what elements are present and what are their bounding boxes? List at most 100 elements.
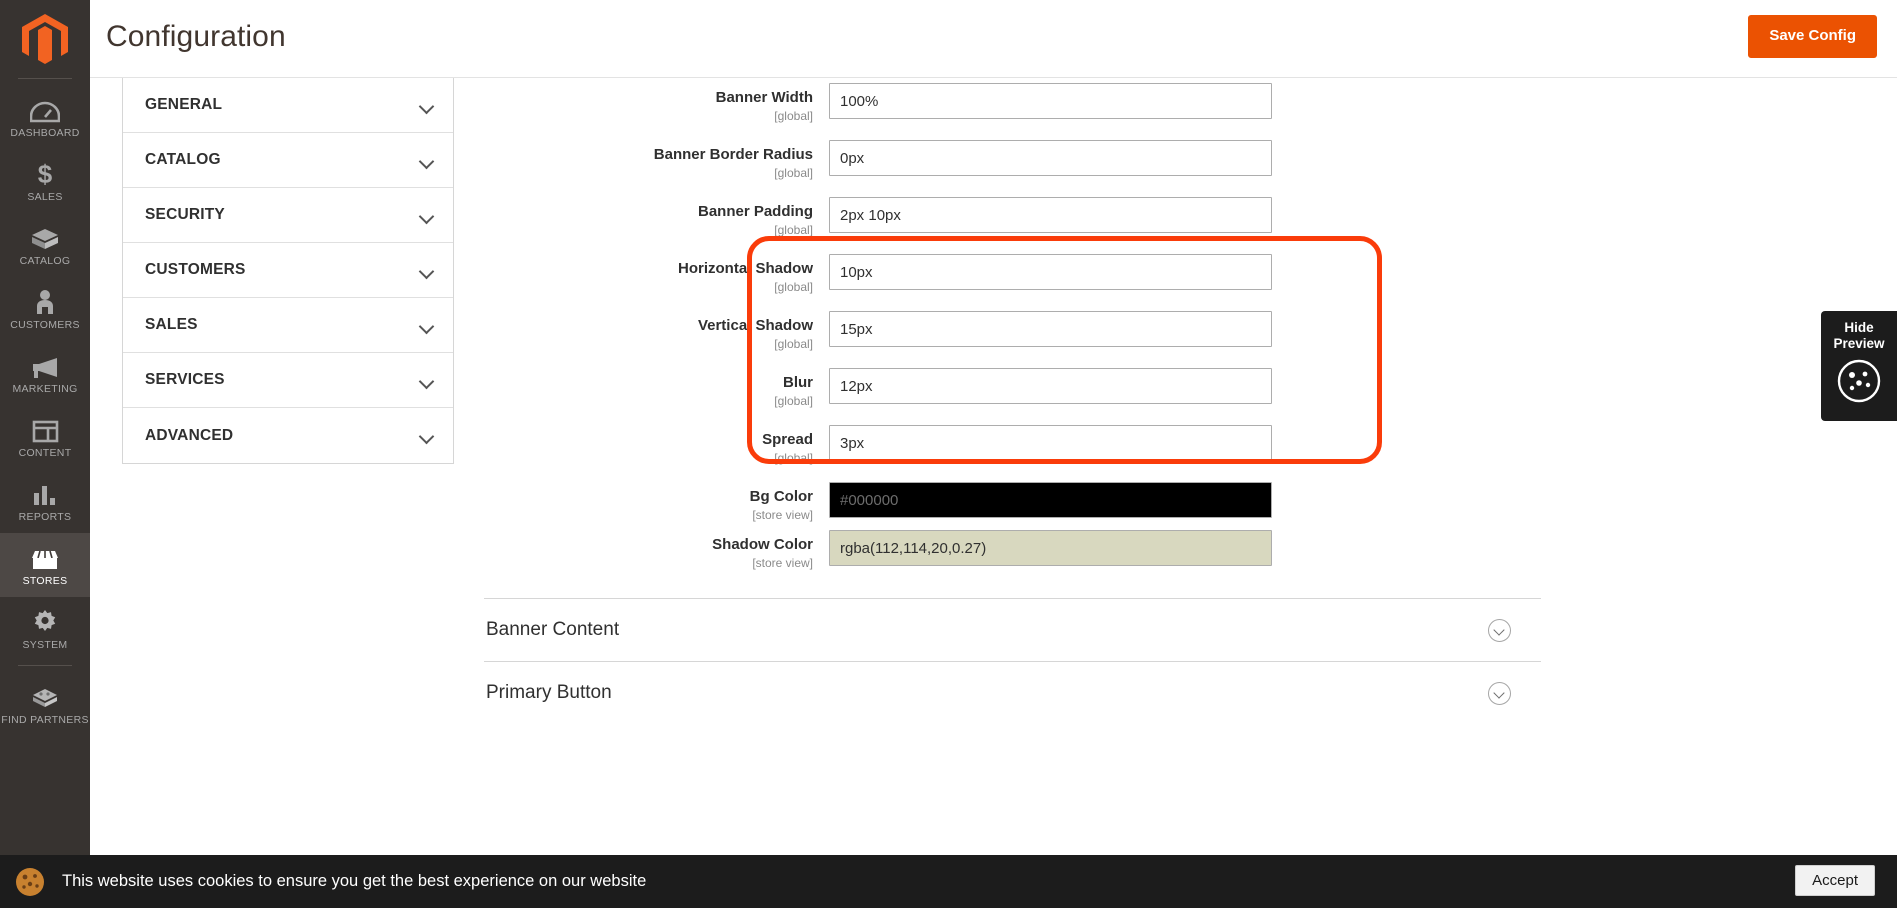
field-scope: [global] (774, 165, 813, 180)
magento-logo-icon[interactable] (0, 0, 90, 78)
sidebar-item-system[interactable]: SYSTEM (0, 597, 90, 661)
field-row-spread: Spread [global] (484, 425, 1272, 482)
horizontal-shadow-input[interactable] (829, 254, 1272, 290)
sidebar-item-label: CATALOG (19, 255, 71, 268)
field-label-col: Banner Padding [global] (484, 197, 829, 237)
sidebar-item-label: MARKETING (12, 383, 78, 396)
field-label-col: Bg Color [store view] (484, 482, 829, 522)
banner-padding-input[interactable] (829, 197, 1272, 233)
bg-color-input[interactable] (829, 482, 1272, 518)
cookie-icon (14, 866, 46, 898)
box-icon (30, 224, 60, 251)
field-row-vertical-shadow: Vertical Shadow [global] (484, 311, 1272, 368)
field-label-col: Banner Width [global] (484, 83, 829, 123)
hide-preview-toggle[interactable]: Hide Preview (1821, 311, 1897, 421)
field-label-col: Spread [global] (484, 425, 829, 465)
field-row-banner-padding: Banner Padding [global] (484, 197, 1272, 254)
hide-preview-line2: Preview (1833, 335, 1885, 351)
field-label: Blur (783, 374, 813, 391)
svg-text:$: $ (38, 160, 53, 187)
admin-configuration-page: DASHBOARD $ SALES CATALOG CUSTOMERS MARK… (0, 0, 1897, 908)
confnav-item-catalog[interactable]: CATALOG (123, 133, 453, 188)
sidebar-item-label: DASHBOARD (10, 127, 80, 140)
sidebar-item-content[interactable]: CONTENT (0, 405, 90, 469)
sidebar-item-label: REPORTS (18, 511, 72, 524)
sidebar-item-find-partners[interactable]: FIND PARTNERS (0, 672, 90, 736)
extension-block-icon (30, 683, 60, 710)
chevron-down-icon (420, 211, 435, 220)
field-label: Banner Border Radius (653, 146, 813, 163)
chevron-down-icon (420, 156, 435, 165)
field-label: Spread (762, 431, 813, 448)
sidebar-item-label: SALES (27, 191, 63, 204)
field-scope: [store view] (752, 555, 813, 570)
chevron-down-circle-icon (1488, 681, 1511, 705)
storefront-icon (30, 544, 60, 571)
sidebar-item-label: CUSTOMERS (10, 319, 80, 332)
chevron-down-icon (420, 376, 435, 385)
shadow-color-input[interactable] (829, 530, 1272, 566)
sidebar-item-sales[interactable]: $ SALES (0, 149, 90, 213)
banner-width-input[interactable] (829, 83, 1272, 119)
hide-preview-line1: Hide (1844, 320, 1874, 335)
sidebar-item-label: SYSTEM (22, 639, 68, 652)
confnav-item-sales[interactable]: SALES (123, 298, 453, 353)
field-label-col: Horizontal Shadow [global] (484, 254, 829, 294)
sidebar-item-stores[interactable]: STORES (0, 533, 90, 597)
gear-icon (32, 608, 58, 635)
chevron-down-icon (420, 101, 435, 110)
field-label: Vertical Shadow (697, 317, 813, 334)
field-label-col: Blur [global] (484, 368, 829, 408)
field-scope: [global] (774, 222, 813, 237)
sidebar-item-label: CONTENT (18, 447, 72, 460)
field-label-col: Vertical Shadow [global] (484, 311, 829, 351)
save-config-button[interactable]: Save Config (1748, 15, 1877, 58)
section-header-primary-button[interactable]: Primary Button (484, 662, 1541, 724)
dashboard-gauge-icon (30, 96, 60, 123)
cookie-message: This website uses cookies to ensure you … (62, 872, 647, 890)
spread-input[interactable] (829, 425, 1272, 461)
confnav-item-advanced[interactable]: ADVANCED (123, 408, 453, 463)
sidebar-item-reports[interactable]: REPORTS (0, 469, 90, 533)
bar-chart-icon (32, 480, 59, 507)
sidebar-item-label: STORES (22, 575, 68, 588)
confnav-label: SALES (145, 316, 198, 333)
chevron-down-icon (420, 266, 435, 275)
confnav-label: SECURITY (145, 206, 225, 223)
confnav-item-services[interactable]: SERVICES (123, 353, 453, 408)
accept-cookies-button[interactable]: Accept (1795, 865, 1875, 896)
person-icon (34, 288, 56, 315)
dollar-sign-icon: $ (35, 160, 55, 187)
section-header-banner-content[interactable]: Banner Content (484, 599, 1541, 661)
field-scope: [global] (774, 393, 813, 408)
field-row-banner-border-radius: Banner Border Radius [global] (484, 140, 1272, 197)
page-content: GENERAL CATALOG SECURITY CUSTOMERS SALES… (90, 78, 1897, 908)
field-label: Banner Width (715, 89, 813, 106)
confnav-label: CATALOG (145, 151, 221, 168)
blur-input[interactable] (829, 368, 1272, 404)
field-scope: [global] (774, 450, 813, 465)
sidebar-item-marketing[interactable]: MARKETING (0, 341, 90, 405)
field-row-shadow-color: Shadow Color [store view] (484, 530, 1272, 587)
chevron-down-circle-icon (1488, 618, 1511, 642)
sidebar-item-customers[interactable]: CUSTOMERS (0, 277, 90, 341)
banner-border-radius-input[interactable] (829, 140, 1272, 176)
field-label-col: Banner Border Radius [global] (484, 140, 829, 180)
confnav-label: GENERAL (145, 96, 223, 113)
sidebar-item-dashboard[interactable]: DASHBOARD (0, 85, 90, 149)
megaphone-icon (30, 352, 60, 379)
sidebar-item-catalog[interactable]: CATALOG (0, 213, 90, 277)
field-label: Bg Color (749, 488, 813, 505)
confnav-item-general[interactable]: GENERAL (123, 78, 453, 133)
field-label: Shadow Color (712, 536, 813, 553)
configuration-nav: GENERAL CATALOG SECURITY CUSTOMERS SALES… (122, 78, 454, 464)
field-scope: [global] (774, 279, 813, 294)
vertical-shadow-input[interactable] (829, 311, 1272, 347)
sidebar-item-label: FIND PARTNERS (1, 714, 89, 727)
field-label: Horizontal Shadow (678, 260, 813, 277)
field-row-blur: Blur [global] (484, 368, 1272, 425)
cookie-icon (1836, 358, 1882, 407)
admin-sidebar: DASHBOARD $ SALES CATALOG CUSTOMERS MARK… (0, 0, 90, 908)
confnav-item-security[interactable]: SECURITY (123, 188, 453, 243)
confnav-item-customers[interactable]: CUSTOMERS (123, 243, 453, 298)
